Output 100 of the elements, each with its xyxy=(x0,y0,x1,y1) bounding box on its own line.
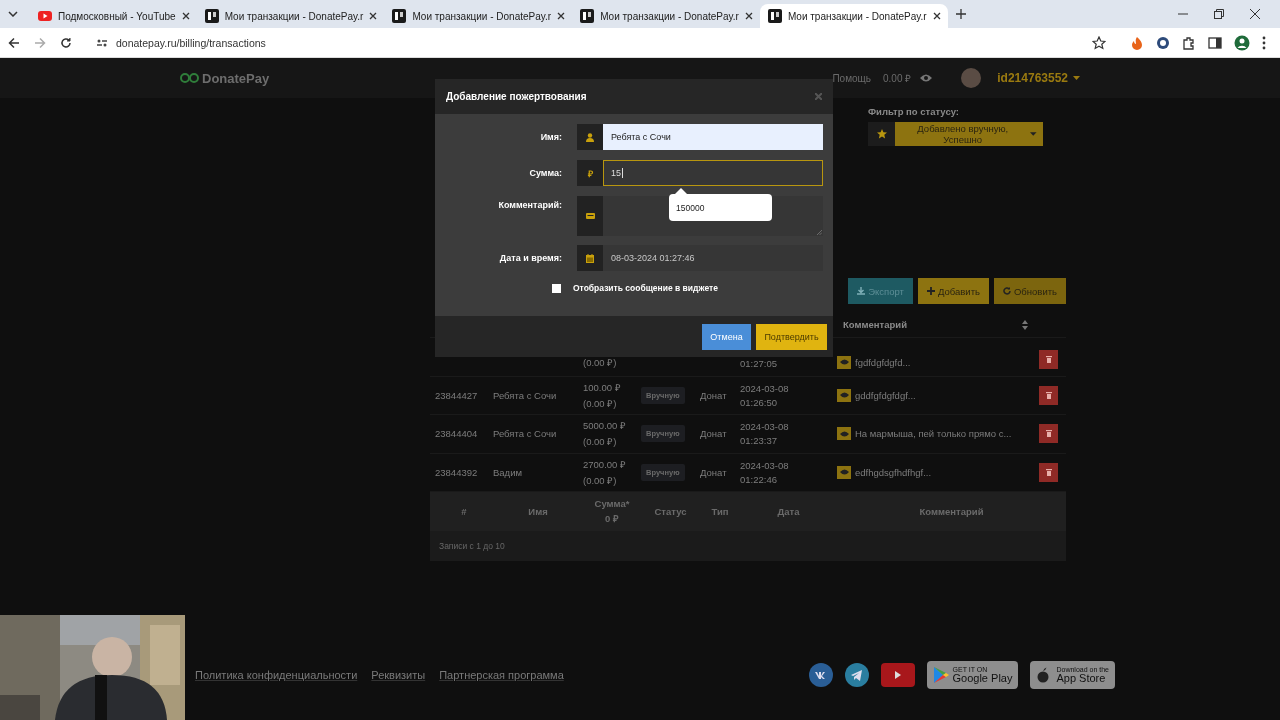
flame-icon[interactable] xyxy=(1130,35,1144,50)
time-text: 01:26:50 xyxy=(740,396,778,408)
column-header[interactable]: Тип xyxy=(711,505,729,517)
checkbox-label: Отобразить сообщение в виджете xyxy=(573,283,718,293)
amount-text: 100.00 ₽ xyxy=(583,380,622,394)
browser-tab[interactable]: Мои транзакции - DonatePay.r xyxy=(196,4,385,28)
browser-tab[interactable]: Мои транзакции - DonatePay.r xyxy=(572,4,760,28)
tab-title: Мои транзакции - DonatePay.r xyxy=(224,10,364,22)
extension-circle-icon[interactable] xyxy=(1156,35,1170,50)
back-icon[interactable] xyxy=(8,36,20,49)
logo-icon xyxy=(180,73,200,83)
records-info: Записи с 1 до 10 xyxy=(439,540,505,551)
name-field[interactable]: Ребята с Сочи xyxy=(603,124,823,150)
view-comment-button[interactable] xyxy=(837,465,851,479)
column-header[interactable]: # xyxy=(461,505,467,517)
export-icon xyxy=(857,287,866,295)
vk-icon[interactable] xyxy=(808,663,833,687)
status-filter-dropdown[interactable]: Добавлено вручную, Успешно xyxy=(895,122,1043,146)
tab-title: Подмосковный - YouTube xyxy=(58,10,176,22)
column-header[interactable]: Комментарий xyxy=(919,505,984,517)
column-total: 0 ₽ xyxy=(605,511,619,525)
table-cell-text: Донат xyxy=(700,466,728,478)
trash-icon xyxy=(1045,468,1052,476)
help-link[interactable]: Помощь xyxy=(832,72,871,84)
plus-icon xyxy=(927,287,935,295)
caret-icon xyxy=(1030,132,1037,136)
browser-tab[interactable]: Подмосковный - YouTube xyxy=(30,4,197,28)
profile-avatar-icon[interactable] xyxy=(1234,34,1250,51)
table-cell-text: 23844404 xyxy=(435,428,479,440)
delete-button[interactable] xyxy=(1039,462,1058,482)
store-name: App Store xyxy=(1056,673,1107,684)
eye-icon xyxy=(839,359,849,365)
dialog-title: Добавление пожертвования xyxy=(446,91,587,102)
calendar-icon xyxy=(585,253,595,263)
close-icon[interactable] xyxy=(181,12,190,20)
delete-button[interactable] xyxy=(1039,349,1058,369)
column-header[interactable]: Статус xyxy=(654,505,687,517)
address-bar[interactable]: donatepay.ru/billing/transactions xyxy=(86,30,1116,55)
footer-link[interactable]: Партнерская программа xyxy=(439,669,564,681)
comment-text: edfhgdsgfhdfhgf... xyxy=(855,466,932,478)
footer-link[interactable]: Политика конфиденциальности xyxy=(195,669,358,681)
field-label: Сумма: xyxy=(528,167,562,178)
column-header[interactable]: Сумма* xyxy=(594,497,630,509)
reload-icon[interactable] xyxy=(60,36,72,49)
close-icon[interactable] xyxy=(932,12,941,20)
new-tab-icon[interactable] xyxy=(955,9,966,19)
trash-icon xyxy=(1045,391,1052,399)
browser-tab[interactable]: Мои транзакции - DonatePay.r xyxy=(384,4,573,28)
sort-icon[interactable] xyxy=(1022,319,1028,330)
telegram-icon[interactable] xyxy=(844,663,869,687)
time-text: 01:23:37 xyxy=(740,435,778,447)
puzzle-icon[interactable] xyxy=(1182,35,1196,50)
tab-list-icon[interactable] xyxy=(8,11,18,17)
field-label: Имя: xyxy=(539,131,562,142)
table-cell-text: 23844427 xyxy=(435,389,479,401)
field-addon: ₽ xyxy=(577,160,603,186)
field-label: Дата и время: xyxy=(498,252,562,263)
caret-icon xyxy=(1073,76,1080,80)
column-header[interactable]: Имя xyxy=(528,505,548,517)
amount-note: (0.00 ₽) xyxy=(583,355,618,369)
field-label: Комментарий: xyxy=(497,199,562,210)
eye-icon[interactable] xyxy=(919,73,934,83)
action-button[interactable]: Добавить xyxy=(918,278,989,304)
cancel-button[interactable]: Отмена xyxy=(702,323,751,350)
more-menu-icon[interactable] xyxy=(1262,35,1266,50)
action-button[interactable]: Обновить xyxy=(994,278,1066,304)
view-comment-button[interactable] xyxy=(837,427,851,441)
confirm-button[interactable]: Подтвердить xyxy=(756,323,827,350)
delete-button[interactable] xyxy=(1039,385,1058,405)
amount-field[interactable]: 15 xyxy=(603,160,823,186)
logo-text[interactable]: DonatePay xyxy=(202,70,270,86)
checkbox[interactable] xyxy=(552,283,561,293)
close-icon[interactable] xyxy=(557,12,566,20)
close-icon[interactable] xyxy=(369,12,378,20)
bookmark-star-icon[interactable] xyxy=(1092,35,1106,50)
amount-note: (0.00 ₽) xyxy=(583,473,618,487)
delete-button[interactable] xyxy=(1039,424,1058,444)
view-comment-button[interactable] xyxy=(837,355,851,369)
url-text: donatepay.ru/billing/transactions xyxy=(116,36,267,49)
table-cell-text: Донат xyxy=(700,389,728,401)
side-panel-icon[interactable] xyxy=(1208,35,1222,50)
browser-tab[interactable]: Мои транзакции - DonatePay.r xyxy=(759,4,948,28)
trash-icon xyxy=(1045,355,1052,363)
refresh-icon xyxy=(1003,287,1011,295)
close-icon[interactable] xyxy=(1250,9,1260,19)
table-cell-text: 23844392 xyxy=(435,466,479,478)
column-header[interactable]: Дата xyxy=(777,505,800,517)
date-text: 2024-03-08 xyxy=(740,421,790,433)
footer-link[interactable]: Реквизиты xyxy=(371,669,426,681)
view-comment-button[interactable] xyxy=(837,388,851,402)
restore-icon[interactable] xyxy=(1214,9,1224,19)
column-header[interactable]: Комментарий xyxy=(843,319,907,330)
play-store-icon xyxy=(932,666,949,684)
youtube-icon[interactable] xyxy=(880,663,915,687)
amount-note: (0.00 ₽) xyxy=(583,396,618,410)
table-cell-text: Ребята с Сочи xyxy=(493,428,558,440)
close-icon[interactable] xyxy=(744,12,753,20)
date-field[interactable]: 08-03-2024 01:27:46 xyxy=(603,245,823,271)
eye-icon xyxy=(839,469,849,476)
user-icon xyxy=(585,132,595,142)
